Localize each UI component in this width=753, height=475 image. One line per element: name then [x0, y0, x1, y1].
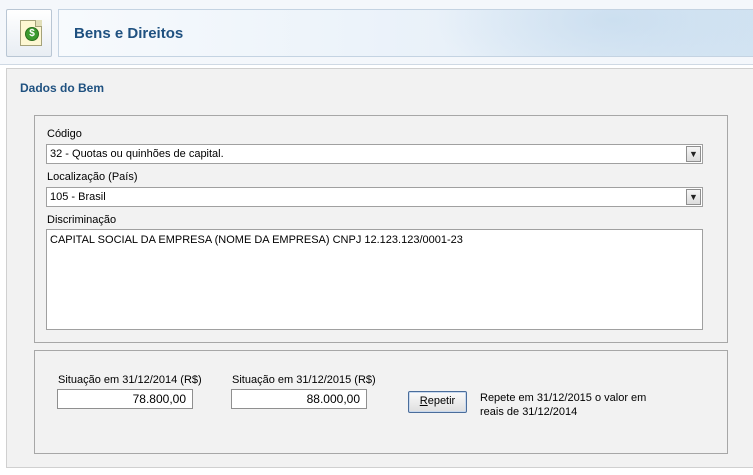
repetir-button[interactable]: Repetir [408, 391, 467, 413]
discriminacao-label: Discriminação [47, 214, 117, 226]
money-document-icon: $ [20, 20, 42, 46]
localizacao-select[interactable]: 105 - Brasil ▼ [46, 187, 703, 207]
section-title: Dados do Bem [20, 81, 105, 95]
repeat-note: Repete em 31/12/2015 o valor em reais de… [480, 392, 647, 418]
repetir-label: epetir [427, 395, 456, 407]
situacao-2014-input[interactable]: 78.800,00 [57, 389, 193, 409]
dollar-coin-icon: $ [25, 27, 39, 41]
codigo-label: Código [47, 128, 82, 140]
situacao-2015-input[interactable]: 88.000,00 [231, 389, 367, 409]
dados-group: Código 32 - Quotas ou quinhões de capita… [34, 115, 728, 343]
situacao-group: Situação em 31/12/2014 (R$) 78.800,00 Si… [34, 350, 728, 454]
situacao-2014-label: Situação em 31/12/2014 (R$) [58, 374, 202, 386]
repetir-accelerator: R [419, 395, 428, 407]
page-title: Bens e Direitos [74, 25, 184, 42]
chevron-down-icon[interactable]: ▼ [686, 189, 701, 205]
chevron-down-icon[interactable]: ▼ [686, 146, 701, 162]
localizacao-value: 105 - Brasil [50, 191, 106, 203]
situacao-2015-label: Situação em 31/12/2015 (R$) [232, 374, 376, 386]
bens-direitos-icon-box: $ [6, 9, 52, 57]
app-header: $ Bens e Direitos [0, 0, 753, 65]
main-panel: Dados do Bem Código 32 - Quotas ou quinh… [6, 68, 753, 468]
localizacao-label: Localização (País) [47, 171, 138, 183]
codigo-value: 32 - Quotas ou quinhões de capital. [50, 148, 224, 160]
codigo-select[interactable]: 32 - Quotas ou quinhões de capital. ▼ [46, 144, 703, 164]
discriminacao-textarea[interactable]: CAPITAL SOCIAL DA EMPRESA (NOME DA EMPRE… [46, 229, 703, 330]
title-bar: Bens e Direitos [58, 9, 753, 57]
